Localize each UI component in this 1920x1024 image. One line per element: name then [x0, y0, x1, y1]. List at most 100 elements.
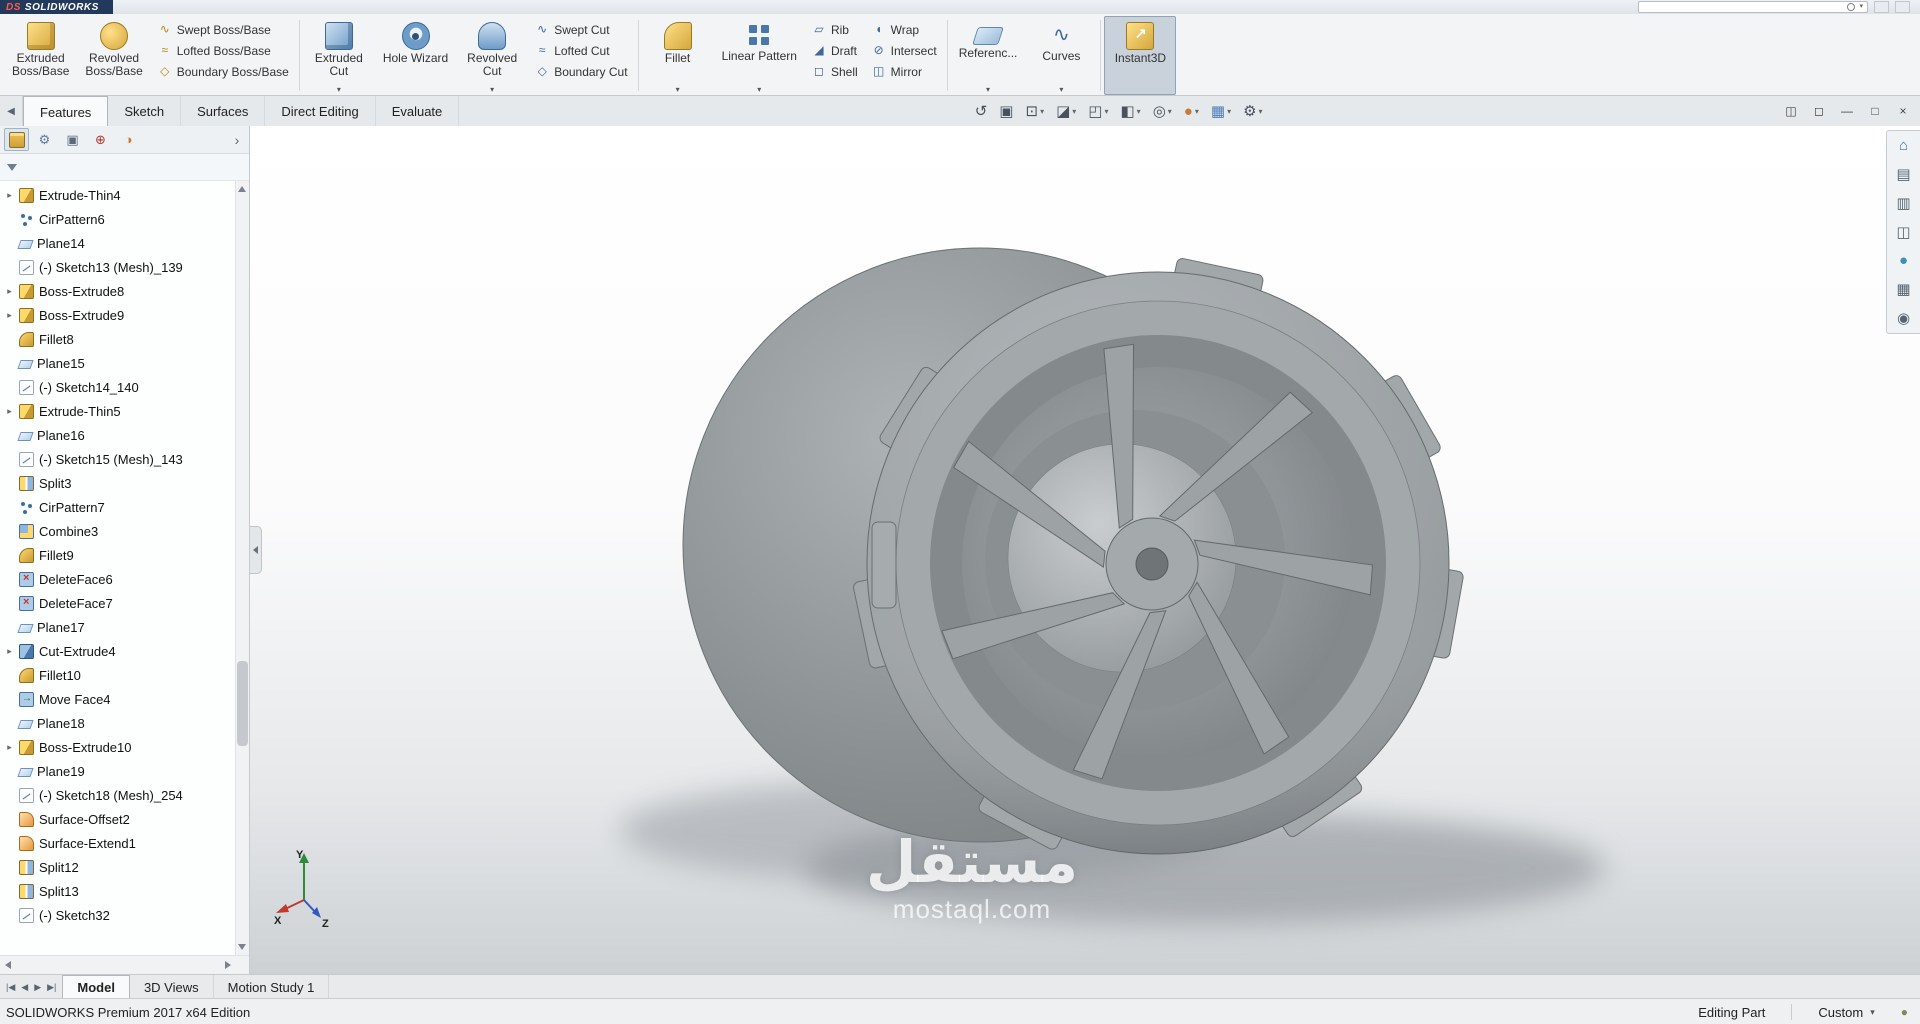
tree-item-sketch18-mesh-254[interactable]: (-) Sketch18 (Mesh)_254 — [0, 783, 249, 807]
dropdown-arrow-icon[interactable]: ▾ — [1168, 107, 1172, 116]
units-dropdown-icon[interactable]: ▾ — [1870, 1007, 1875, 1018]
dropdown-arrow-icon[interactable]: ▾ — [1104, 107, 1108, 116]
graphics-area[interactable]: مستقل mostaql.com Y X Z ⚙ ▣ ⊕ ◑ › ▸ Extrude-T… — [0, 126, 1920, 974]
tree-item-sketch32[interactable]: (-) Sketch32 — [0, 903, 249, 927]
scrollbar-thumb[interactable] — [237, 661, 248, 746]
dropdown-arrow-icon[interactable]: ▾ — [1195, 107, 1199, 116]
ribbon-button-intersect[interactable]: Intersect — [869, 41, 940, 60]
appearances-scenes[interactable]: ● — [1899, 252, 1908, 269]
dimxpertmanager-tab[interactable]: ⊕ — [88, 128, 113, 151]
tree-item-deleteface6[interactable]: DeleteFace6 — [0, 567, 249, 591]
view-settings[interactable]: ⚙ ▾ — [1238, 99, 1267, 123]
panel-expand-icon[interactable]: › — [229, 132, 245, 148]
ribbon-button-instant3d[interactable]: Instant3D — [1104, 16, 1177, 95]
expand-arrow-icon[interactable]: ▸ — [5, 190, 14, 201]
propertymanager-tab[interactable]: ⚙ — [32, 128, 57, 151]
ribbon-button-curves[interactable]: Curves ▾ — [1025, 16, 1097, 95]
tree-item-sketch13-mesh-139[interactable]: (-) Sketch13 (Mesh)_139 — [0, 255, 249, 279]
bottom-tab-3d-views[interactable]: 3D Views — [130, 975, 214, 999]
scroll-left-icon[interactable] — [5, 961, 11, 969]
tree-item-plane16[interactable]: Plane16 — [0, 423, 249, 447]
expand-arrow-icon[interactable]: ▸ — [5, 742, 14, 753]
ribbon-button-rib[interactable]: Rib — [809, 20, 861, 39]
tree-filter[interactable] — [0, 154, 249, 181]
tab-direct-editing[interactable]: Direct Editing — [265, 96, 376, 126]
ribbon-button-shell[interactable]: Shell — [809, 62, 861, 81]
tree-item-split12[interactable]: Split12 — [0, 855, 249, 879]
restore-button[interactable]: □ — [1862, 100, 1888, 122]
close-button[interactable]: × — [1890, 100, 1916, 122]
scroll-right-icon[interactable] — [225, 961, 231, 969]
ribbon-button-wrap[interactable]: Wrap — [869, 20, 940, 39]
tree-item-cirpattern6[interactable]: CirPattern6 — [0, 207, 249, 231]
tree-item-cirpattern7[interactable]: CirPattern7 — [0, 495, 249, 519]
scroll-down-icon[interactable] — [238, 944, 246, 950]
ribbon-button-extruded-cut[interactable]: Extruded Cut ▾ — [303, 16, 375, 95]
tree-item-surface-extend1[interactable]: Surface-Extend1 — [0, 831, 249, 855]
displaymanager-tab[interactable]: ◑ — [116, 128, 141, 151]
expand-arrow-icon[interactable]: ▸ — [5, 646, 14, 657]
tree-item-boss-extrude9[interactable]: ▸ Boss-Extrude9 — [0, 303, 249, 327]
tree-item-fillet10[interactable]: Fillet10 — [0, 663, 249, 687]
panel-splitter-handle[interactable] — [250, 526, 262, 574]
ribbon-button-lofted-boss-base[interactable]: Lofted Boss/Base — [155, 41, 292, 60]
tree-item-fillet8[interactable]: Fillet8 — [0, 327, 249, 351]
tree-item-fillet9[interactable]: Fillet9 — [0, 543, 249, 567]
ribbon-button-boundary-cut[interactable]: Boundary Cut — [532, 62, 630, 81]
display-style[interactable]: ◧ ▾ — [1115, 99, 1145, 123]
ribbon-button-revolved-boss-base[interactable]: Revolved Boss/Base — [77, 16, 150, 95]
sheet-nav-1[interactable]: ◀ — [20, 982, 29, 993]
tab-surfaces[interactable]: Surfaces — [181, 96, 266, 126]
tree-item-plane19[interactable]: Plane19 — [0, 759, 249, 783]
sheet-nav-2[interactable]: ▶ — [33, 982, 42, 993]
ribbon-button-revolved-cut[interactable]: Revolved Cut ▾ — [456, 16, 528, 95]
tree-item-boss-extrude10[interactable]: ▸ Boss-Extrude10 — [0, 735, 249, 759]
expand-arrow-icon[interactable]: ▸ — [5, 286, 14, 297]
apply-scene[interactable]: ▦ ▾ — [1206, 99, 1236, 123]
options-icon[interactable] — [1895, 1, 1910, 13]
units-selector[interactable]: Custom ▾ — [1818, 1005, 1874, 1020]
search-dropdown-icon[interactable]: ▾ — [1859, 3, 1863, 11]
design-library[interactable]: ▤ — [1896, 165, 1910, 183]
solidworks-resources[interactable]: ⌂ — [1899, 137, 1908, 154]
sheet-nav-3[interactable]: ▶| — [46, 982, 57, 993]
ribbon-button-extruded-boss-base[interactable]: Extruded Boss/Base — [4, 16, 77, 95]
tree-item-plane18[interactable]: Plane18 — [0, 711, 249, 735]
dropdown-arrow-icon[interactable]: ▾ — [337, 85, 341, 94]
tree-item-deleteface7[interactable]: DeleteFace7 — [0, 591, 249, 615]
edit-appearance[interactable]: ● ▾ — [1179, 99, 1204, 123]
tree-item-extrude-thin4[interactable]: ▸ Extrude-Thin4 — [0, 183, 249, 207]
section-view[interactable]: ◪ ▾ — [1051, 99, 1081, 123]
search-box[interactable]: ▾ — [1638, 1, 1868, 13]
tree-item-combine3[interactable]: Combine3 — [0, 519, 249, 543]
tree-horizontal-scrollbar[interactable] — [0, 955, 249, 974]
view-palette[interactable]: ◫ — [1896, 223, 1910, 241]
previous-view[interactable]: ↺ — [970, 99, 993, 123]
tree-item-move-face4[interactable]: Move Face4 — [0, 687, 249, 711]
help-icon[interactable] — [1874, 1, 1889, 13]
ribbon-button-lofted-cut[interactable]: Lofted Cut — [532, 41, 630, 60]
dropdown-arrow-icon[interactable]: ▾ — [1227, 107, 1231, 116]
configurationmanager-tab[interactable]: ▣ — [60, 128, 85, 151]
expand-arrow-icon[interactable]: ▸ — [5, 406, 14, 417]
ribbon-button-swept-cut[interactable]: Swept Cut — [532, 20, 630, 39]
tree-item-sketch14-140[interactable]: (-) Sketch14_140 — [0, 375, 249, 399]
ribbon-button-swept-boss-base[interactable]: Swept Boss/Base — [155, 20, 292, 39]
scroll-up-icon[interactable] — [238, 186, 246, 192]
task-pane-toggle[interactable]: ◫ — [1778, 100, 1804, 122]
featuremanager-tab[interactable] — [4, 128, 29, 151]
dropdown-arrow-icon[interactable]: ▾ — [757, 85, 761, 94]
collapse-ribbon-icon[interactable]: ◀ — [0, 96, 23, 126]
file-explorer[interactable]: ▥ — [1896, 194, 1910, 212]
tree-vertical-scrollbar[interactable] — [235, 181, 249, 955]
dropdown-arrow-icon[interactable]: ▾ — [1059, 85, 1063, 94]
ribbon-button-mirror[interactable]: Mirror — [869, 62, 940, 81]
dropdown-arrow-icon[interactable]: ▾ — [986, 85, 990, 94]
ribbon-button-hole-wizard[interactable]: Hole Wizard — [375, 16, 456, 95]
hide-show-items[interactable]: ◎ ▾ — [1148, 99, 1177, 123]
dropdown-arrow-icon[interactable]: ▾ — [676, 85, 680, 94]
tree-item-boss-extrude8[interactable]: ▸ Boss-Extrude8 — [0, 279, 249, 303]
tab-features[interactable]: Features — [23, 96, 109, 127]
dropdown-arrow-icon[interactable]: ▾ — [1259, 107, 1263, 116]
dropdown-arrow-icon[interactable]: ▾ — [1072, 107, 1076, 116]
